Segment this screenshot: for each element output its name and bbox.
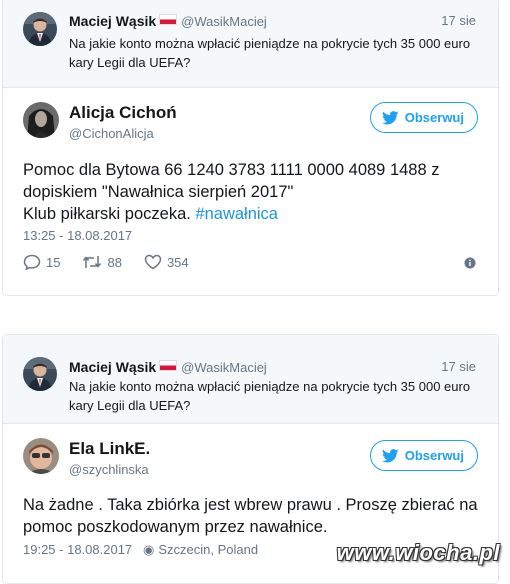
author-name[interactable]: Ela LinkE.	[69, 439, 150, 459]
retweet-icon	[83, 256, 102, 268]
tweet-meta: 19:25 - 18.08.2017 ◉ Szczecin, Poland	[23, 542, 258, 558]
tweet-timestamp[interactable]: 19:25 - 18.08.2017	[23, 542, 132, 557]
follow-label: Obserwuj	[404, 448, 464, 463]
meta-separator	[136, 542, 140, 557]
quoted-reply-1[interactable]: Maciej Wąsik @WasikMaciej 17 sie Na jakie…	[3, 0, 498, 88]
tweet-text-line: dopiskiem "Nawałnica sierpień 2017"	[23, 183, 294, 201]
tweet-actions: 15 88 354	[23, 254, 211, 270]
reply-date[interactable]: 17 sie	[441, 359, 476, 374]
author-name[interactable]: Alicja Cichoń	[69, 103, 177, 123]
follow-label: Obserwuj	[404, 110, 464, 125]
reply-text: Na jakie konto można wpłacić pieniądze n…	[69, 36, 471, 70]
author-handle[interactable]: @szychlinska	[69, 462, 149, 477]
tweet-location[interactable]: Szczecin, Poland	[158, 542, 258, 557]
like-action[interactable]: 354	[144, 254, 189, 270]
twitter-bird-icon	[381, 448, 399, 462]
tweet-text-line: Klub piłkarski poczeka. #nawałnica	[23, 203, 483, 225]
reply-author-name[interactable]: Maciej Wąsik	[69, 359, 156, 375]
retweet-action[interactable]: 88	[82, 254, 122, 270]
twitter-bird-icon	[381, 110, 399, 124]
reply-author[interactable]: Maciej Wąsik @WasikMaciej	[69, 359, 267, 375]
tweet-text-line: Pomoc dla Bytowa 66 1240 3783 1111 0000 …	[23, 161, 440, 179]
watermark-logo: www.wiocha.pl	[336, 540, 500, 565]
retweet-count: 88	[107, 254, 122, 270]
reply-icon	[23, 254, 41, 270]
author-avatar[interactable]	[23, 438, 59, 474]
location-pin-icon: ◉	[143, 542, 155, 557]
reply-author-handle[interactable]: @WasikMaciej	[181, 14, 267, 29]
reply-count: 15	[46, 254, 61, 270]
like-count: 354	[166, 254, 189, 270]
reply-avatar[interactable]	[23, 357, 57, 391]
tweet-text-line: Na żadne . Taka zbiórka jest wbrew prawu…	[23, 496, 478, 514]
reply-avatar[interactable]	[23, 12, 57, 46]
poland-flag-icon	[159, 360, 178, 371]
follow-button[interactable]: Obserwuj	[369, 440, 478, 471]
tweet-timestamp[interactable]: 13:25 - 18.08.2017	[23, 228, 132, 243]
tweet-text-line: pomoc poszkodowanym przez nawałnice.	[23, 518, 328, 536]
heart-icon	[144, 254, 162, 270]
reply-action[interactable]: 15	[23, 254, 60, 270]
follow-button[interactable]: Obserwuj	[369, 102, 478, 133]
tweet-main-1: Alicja Cichoń @CichonAlicja Obserwuj Pom…	[3, 88, 498, 295]
tweet-text: Na żadne . Taka zbiórka jest wbrew prawu…	[23, 494, 483, 538]
quoted-reply-2[interactable]: Maciej Wąsik @WasikMaciej 17 sie Na jakie…	[3, 335, 498, 424]
reply-author-handle[interactable]: @WasikMaciej	[181, 360, 267, 375]
author-handle[interactable]: @CichonAlicja	[69, 126, 154, 141]
hashtag-link[interactable]: #nawałnica	[195, 205, 278, 223]
reply-date[interactable]: 17 sie	[441, 13, 476, 28]
tweet-card-1: Maciej Wąsik @WasikMaciej 17 sie Na jakie…	[2, 0, 499, 296]
poland-flag-icon	[159, 14, 178, 25]
reply-text: Na jakie konto można wpłacić pieniądze n…	[69, 379, 471, 413]
reply-author-name[interactable]: Maciej Wąsik	[69, 13, 156, 29]
author-avatar[interactable]	[23, 102, 59, 138]
info-icon[interactable]	[464, 256, 476, 274]
reply-author[interactable]: Maciej Wąsik @WasikMaciej	[69, 13, 267, 29]
tweet-text-segment: Klub piłkarski poczeka.	[23, 205, 196, 223]
tweet-text: Pomoc dla Bytowa 66 1240 3783 1111 0000 …	[23, 159, 483, 225]
